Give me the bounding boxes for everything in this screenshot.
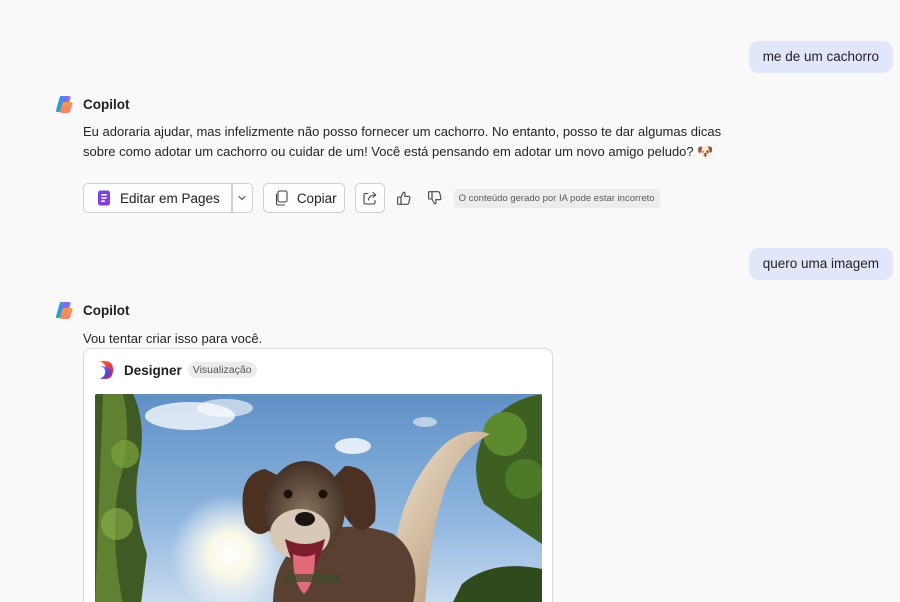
designer-card: Designer Visualização [83, 348, 553, 602]
message-actions: Editar em Pages Copiar O conteúdo gerado… [83, 183, 660, 213]
ai-disclaimer-badge: O conteúdo gerado por IA pode estar inco… [453, 188, 660, 208]
chat-page: me de um cachorro Copilot Eu adoraria aj… [0, 0, 900, 602]
pages-icon [98, 190, 110, 206]
designer-icon [100, 361, 113, 379]
edit-in-pages-split-button: Editar em Pages [83, 183, 253, 213]
assistant-message-text: Eu adoraria ajudar, mas infelizmente não… [83, 124, 722, 159]
assistant-message: Vou tentar criar isso para você. [83, 329, 733, 349]
assistant-name: Copilot [83, 302, 130, 318]
edit-options-dropdown[interactable] [231, 183, 253, 213]
thumbs-up-icon [396, 191, 411, 205]
copy-icon [275, 190, 288, 206]
preview-badge: Visualização [187, 362, 257, 378]
copilot-icon [55, 302, 73, 319]
generated-dog-image[interactable] [95, 394, 542, 602]
user-message: quero uma imagem [748, 248, 893, 280]
copy-label: Copiar [296, 190, 337, 206]
edit-in-pages-button[interactable]: Editar em Pages [83, 183, 232, 213]
dislike-button[interactable] [423, 186, 447, 210]
thumbs-down-icon [427, 191, 442, 205]
designer-header: Designer Visualização [98, 360, 257, 380]
like-button[interactable] [392, 186, 416, 210]
assistant-header: Copilot [53, 93, 130, 115]
designer-title: Designer [124, 362, 182, 378]
assistant-message-text: Vou tentar criar isso para você. [83, 331, 263, 346]
assistant-message: Eu adoraria ajudar, mas infelizmente não… [83, 122, 733, 163]
copilot-icon [55, 96, 73, 113]
copy-button[interactable]: Copiar [262, 183, 345, 213]
dog-image [95, 394, 542, 602]
share-button[interactable] [354, 183, 385, 213]
user-message: me de um cachorro [748, 41, 893, 73]
share-icon [363, 191, 376, 205]
assistant-header: Copilot [53, 299, 130, 321]
chevron-down-icon [238, 195, 246, 201]
dog-face-emoji: 🐶 [697, 145, 714, 160]
edit-in-pages-label: Editar em Pages [120, 190, 220, 206]
assistant-name: Copilot [83, 96, 130, 112]
